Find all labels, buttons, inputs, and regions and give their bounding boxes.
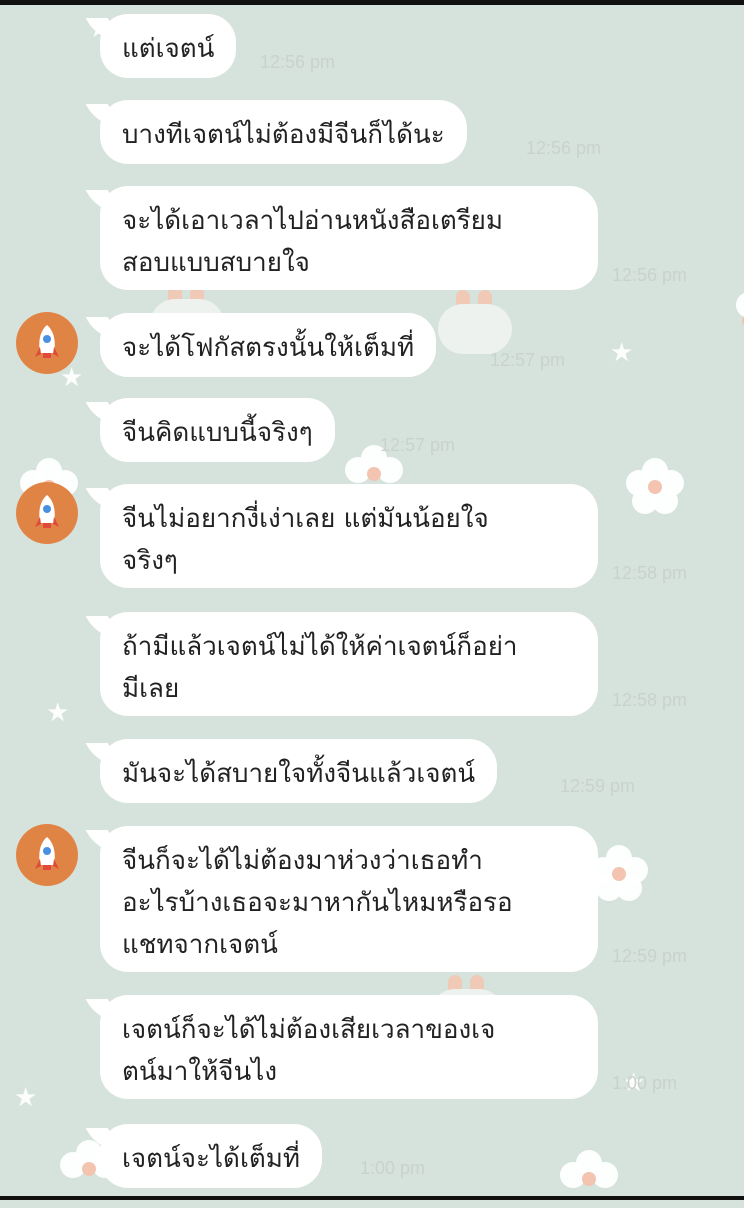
message-row: บางทีเจตน์ไม่ต้องมีจีนก็ได้นะ [100,100,467,164]
avatar[interactable] [16,482,78,544]
star-decoration: ★ [46,698,70,728]
message-row: จีนก็จะได้ไม่ต้องมาห่วงว่าเธอทำ อะไรบ้าง… [100,826,598,972]
message-timestamp: 12:59 pm [612,946,688,966]
message-bubble[interactable]: เจตน์ก็จะได้ไม่ต้องเสียเวลาของเจ ตน์มาให… [100,995,598,1099]
message-row: มันจะได้สบายใจทั้งจีนแล้วเจตน์ [100,739,498,803]
message-bubble[interactable]: บางทีเจตน์ไม่ต้องมีจีนก็ได้นะ [100,100,467,164]
message-timestamp: 12:58 pm [612,690,688,710]
message-row: จะได้เอาเวลาไปอ่านหนังสือเตรียม สอบแบบสบ… [100,186,598,290]
message-row: จะได้โฟกัสตรงนั้นให้เต็มที่ [100,313,437,377]
message-row: ถ้ามีแล้วเจตน์ไม่ได้ให้ค่าเจตน์ก็อย่า มี… [100,612,598,716]
star-decoration: ★ [610,338,634,368]
message-bubble[interactable]: จะได้โฟกัสตรงนั้นให้เต็มที่ [100,313,437,377]
message-text: เจตน์จะได้เต็มที่ [122,1144,300,1174]
top-edge [0,0,744,5]
flower-decoration [626,458,684,516]
message-text: เจตน์ก็จะได้ไม่ต้องเสียเวลาของเจ ตน์มาให… [122,1015,496,1087]
message-timestamp: 12:57 pm [380,435,456,455]
message-text: แต่เจตน์ [122,34,215,64]
message-timestamp: 12:58 pm [612,563,688,583]
avatar[interactable] [16,312,78,374]
message-bubble[interactable]: เจตน์จะได้เต็มที่ [100,1124,322,1188]
message-row: จีนไม่อยากงี่เง่าเลย แต่มันน้อยใจ จริงๆ [100,484,598,588]
message-timestamp: 1:00 pm [612,1073,678,1093]
message-timestamp: 12:57 pm [490,350,566,370]
message-row: แต่เจตน์ [100,14,237,78]
message-row: เจตน์จะได้เต็มที่ [100,1124,322,1188]
message-text: จีนคิดแบบนี้จริงๆ [122,418,313,448]
flower-decoration [720,292,744,350]
star-decoration: ★ [14,1083,38,1113]
flower-decoration [590,845,648,903]
rocket-icon [35,837,59,870]
message-text: จะได้โฟกัสตรงนั้นให้เต็มที่ [122,333,415,363]
message-bubble[interactable]: จีนคิดแบบนี้จริงๆ [100,398,335,462]
message-text: ถ้ามีแล้วเจตน์ไม่ได้ให้ค่าเจตน์ก็อย่า มี… [122,632,518,704]
message-text: จีนไม่อยากงี่เง่าเลย แต่มันน้อยใจ จริงๆ [122,504,489,576]
message-text: จีนก็จะได้ไม่ต้องมาห่วงว่าเธอทำ อะไรบ้าง… [122,846,513,960]
message-bubble[interactable]: จีนก็จะได้ไม่ต้องมาห่วงว่าเธอทำ อะไรบ้าง… [100,826,598,972]
avatar[interactable] [16,824,78,886]
rocket-icon [35,495,59,528]
message-row: จีนคิดแบบนี้จริงๆ [100,398,335,462]
message-bubble[interactable]: จีนไม่อยากงี่เง่าเลย แต่มันน้อยใจ จริงๆ [100,484,598,588]
message-timestamp: 12:59 pm [560,776,636,796]
bottom-edge [0,1196,744,1200]
message-timestamp: 12:56 pm [612,265,688,285]
message-text: มันจะได้สบายใจทั้งจีนแล้วเจตน์ [122,759,476,789]
message-text: จะได้เอาเวลาไปอ่านหนังสือเตรียม สอบแบบสบ… [122,206,504,278]
message-bubble[interactable]: แต่เจตน์ [100,14,237,78]
message-text: บางทีเจตน์ไม่ต้องมีจีนก็ได้นะ [122,120,445,150]
rocket-icon [35,325,59,358]
message-timestamp: 1:00 pm [360,1158,426,1178]
message-bubble[interactable]: ถ้ามีแล้วเจตน์ไม่ได้ให้ค่าเจตน์ก็อย่า มี… [100,612,598,716]
message-bubble[interactable]: มันจะได้สบายใจทั้งจีนแล้วเจตน์ [100,739,498,803]
message-timestamp: 12:56 pm [526,138,602,158]
message-timestamp: 12:56 pm [260,52,336,72]
message-bubble[interactable]: จะได้เอาเวลาไปอ่านหนังสือเตรียม สอบแบบสบ… [100,186,598,290]
message-row: เจตน์ก็จะได้ไม่ต้องเสียเวลาของเจ ตน์มาให… [100,995,598,1099]
